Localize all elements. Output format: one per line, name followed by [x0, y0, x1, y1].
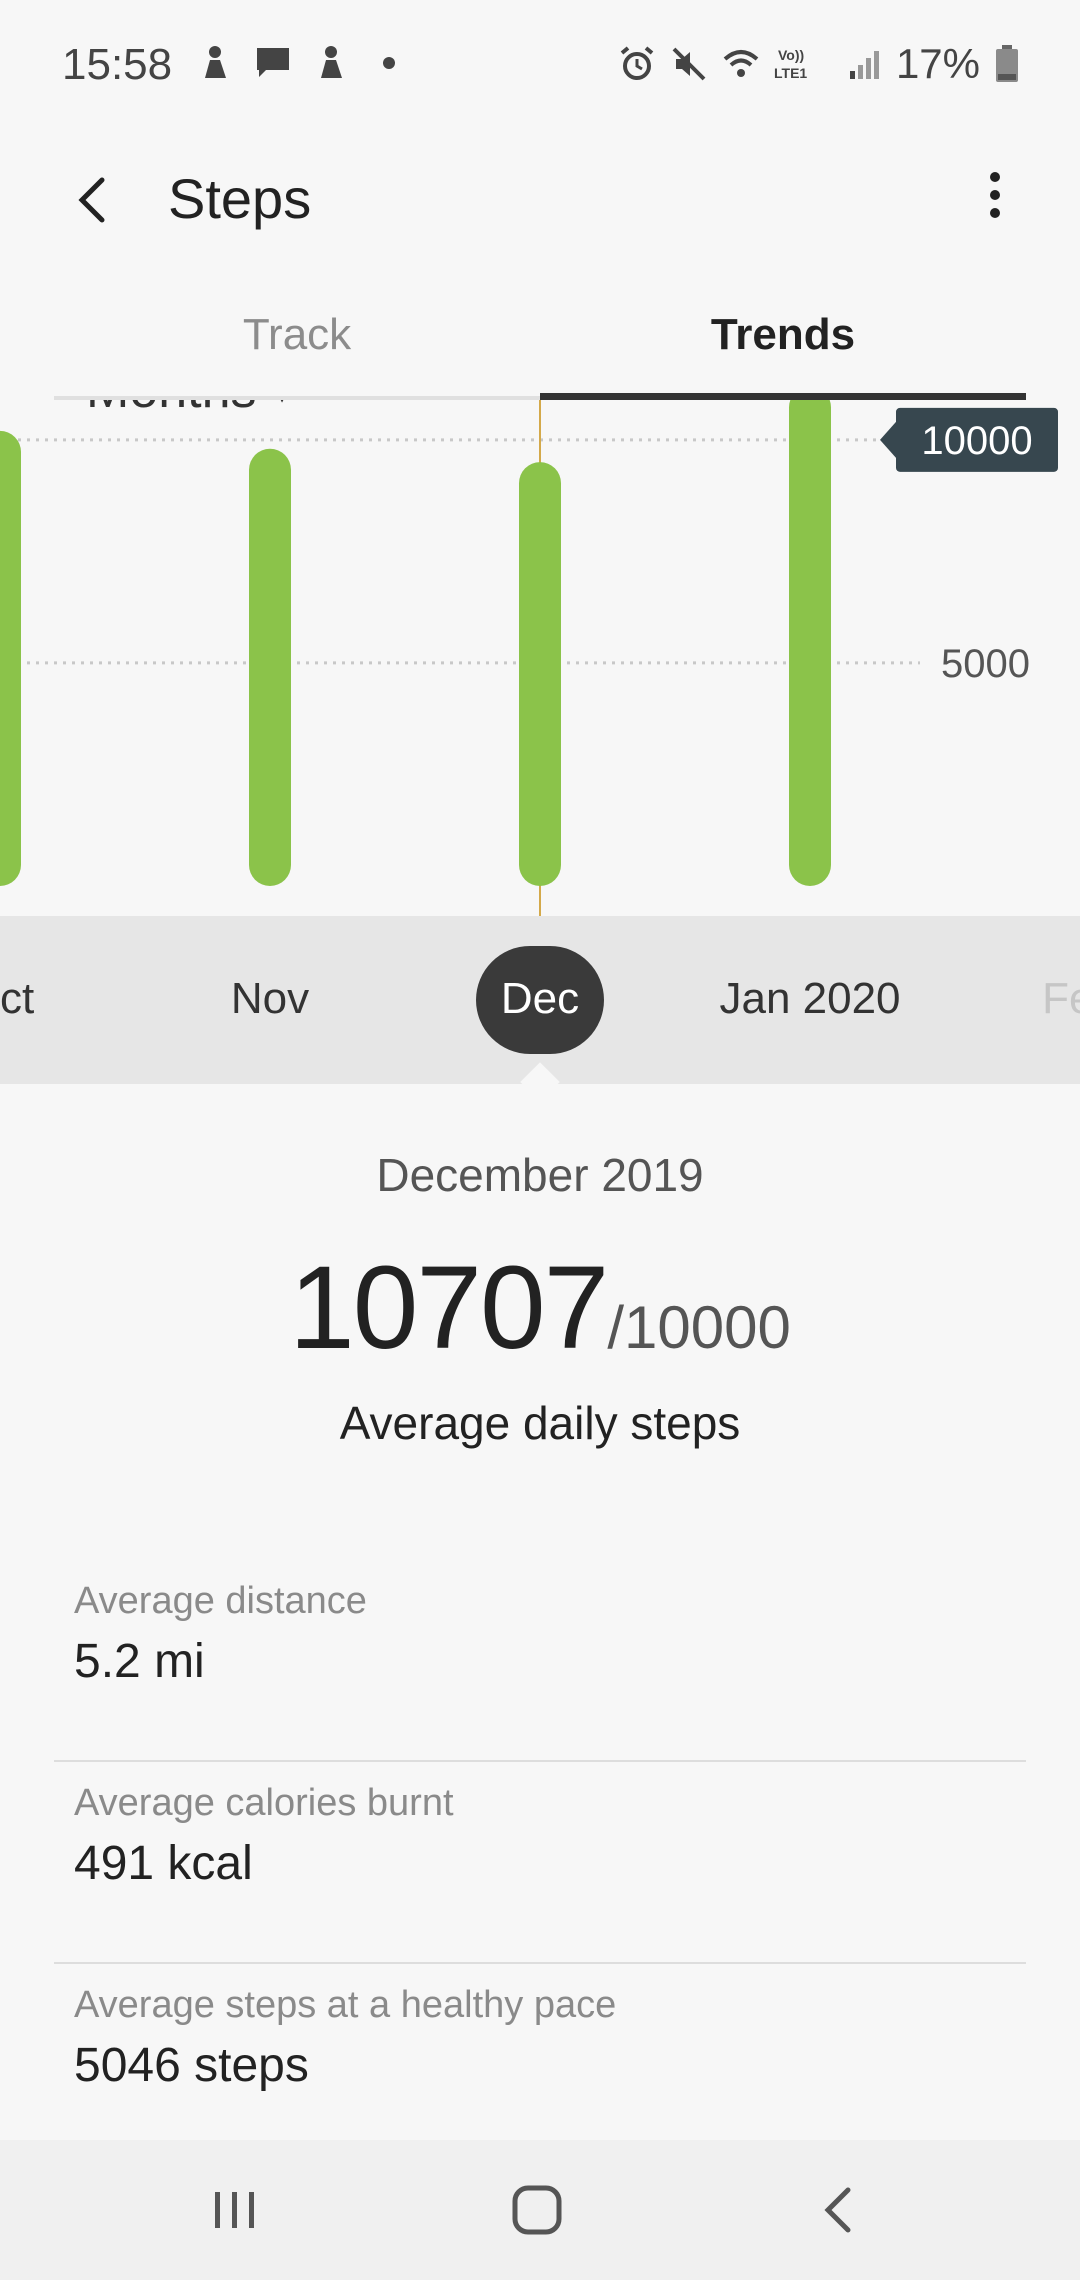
tab-trends[interactable]: Trends — [540, 310, 1026, 400]
steps-chart[interactable]: 5000 10000 Months ▾ — [0, 400, 1080, 916]
svg-text:Vo)): Vo)) — [778, 47, 804, 63]
battery-percent: 17% — [895, 40, 980, 87]
volte-icon: Vo)) LTE1 — [774, 47, 807, 81]
month-label-feb[interactable]: Feb — [1042, 974, 1080, 1024]
y-tick-label: 5000 — [941, 642, 1030, 686]
stat-value: 491 kcal — [74, 1837, 253, 1890]
system-status-icons: Vo)) LTE1 17% — [618, 40, 1020, 88]
mute-icon — [672, 47, 706, 81]
month-label-nov[interactable]: Nov — [231, 974, 309, 1024]
more-vertical-icon[interactable] — [960, 160, 1030, 240]
battery-icon — [996, 45, 1018, 82]
steps-bar-chart: 5000 10000 — [0, 400, 1058, 916]
stat-average-calories: Average calories burnt 491 kcal — [54, 1762, 1026, 1964]
steps-goal: /10000 — [607, 1294, 791, 1361]
average-steps-row: 10707/10000 — [0, 1240, 1080, 1376]
page-title: Steps — [168, 167, 312, 230]
average-steps-caption: Average daily steps — [339, 1397, 741, 1449]
back-arrow-icon[interactable] — [62, 160, 132, 240]
app-bar: Steps — [0, 140, 1080, 260]
navigation-bar — [0, 2140, 1080, 2280]
tab-selected-indicator — [540, 393, 1026, 400]
steps-trends-screen: 15:58 Vo)) LTE1 17% Steps Track Trends 5… — [0, 0, 1080, 2280]
status-bar: 15:58 Vo)) LTE1 17% — [0, 0, 1080, 130]
person-notification-icon — [321, 46, 342, 78]
chevron-down-icon: ▾ — [275, 400, 290, 410]
goal-badge-pointer — [880, 421, 896, 458]
stat-label: Average distance — [74, 1580, 367, 1622]
card-bottom-edge — [0, 2100, 1080, 2140]
home-icon[interactable] — [487, 2170, 587, 2250]
tab-track[interactable]: Track — [54, 310, 540, 400]
stat-value: 5046 steps — [74, 2039, 309, 2092]
month-label-jan-2020[interactable]: Jan 2020 — [719, 974, 900, 1024]
message-icon — [257, 48, 289, 77]
svg-text:LTE1: LTE1 — [774, 65, 807, 81]
stat-value: 5.2 mi — [74, 1635, 205, 1688]
dot-icon — [383, 57, 395, 69]
recents-icon[interactable] — [185, 2170, 285, 2250]
notification-icons — [196, 44, 408, 82]
stat-label: Average steps at a healthy pace — [74, 1984, 617, 2026]
period-dropdown[interactable]: Months ▾ — [86, 400, 290, 420]
alarm-icon — [620, 46, 654, 80]
month-label-oct[interactable]: Oct — [0, 974, 34, 1024]
month-label-dec[interactable]: Dec — [501, 974, 579, 1024]
stat-label: Average calories burnt — [74, 1782, 454, 1824]
month-selector-strip[interactable]: Oct Nov Dec Jan 2020 Feb — [0, 916, 1080, 1084]
back-icon[interactable] — [788, 2170, 888, 2250]
stat-average-distance: Average distance 5.2 mi — [54, 1560, 1026, 1762]
detail-period: December 2019 — [376, 1149, 704, 1201]
goal-badge-label: 10000 — [921, 419, 1032, 463]
tab-bar: Track Trends — [54, 300, 1026, 400]
period-dropdown-label: Months — [86, 400, 257, 419]
wifi-icon — [723, 50, 759, 77]
signal-icon — [849, 51, 879, 79]
average-steps-value: 10707 — [289, 1242, 609, 1374]
status-time: 15:58 — [62, 40, 173, 89]
person-notification-icon — [205, 46, 226, 78]
